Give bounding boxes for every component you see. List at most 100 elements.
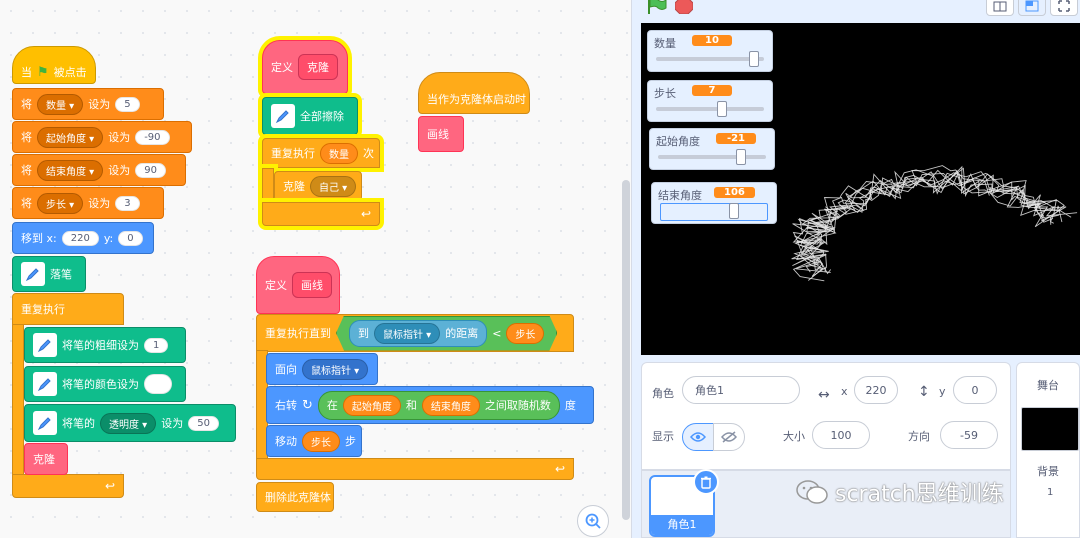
watermark-text: scratch思维训练 <box>835 482 1004 507</box>
clone-target-dropdown[interactable]: 自己 ▾ <box>310 175 357 197</box>
stage-target-panel[interactable]: 舞台 背景 1 <box>1016 362 1080 538</box>
slider-monitor[interactable]: 起始角度 -21 <box>649 128 775 170</box>
move-step-reporter[interactable]: 步长 <box>302 430 340 452</box>
green-flag-button[interactable] <box>645 0 667 14</box>
slider-monitor[interactable]: 结束角度 106 <box>651 182 777 224</box>
pen-param-dropdown[interactable]: 透明度 ▾ <box>100 412 157 434</box>
variable-dropdown[interactable]: 起始角度 ▾ <box>37 126 104 148</box>
variable-dropdown[interactable]: 步长 ▾ <box>37 192 84 214</box>
value-input[interactable]: 5 <box>115 96 140 112</box>
pen-down-block[interactable]: 落笔 <box>12 256 86 292</box>
repeat-until-block[interactable]: 重复执行直到 到 鼠标指针 ▾ 的距离 < 步长 <box>256 314 574 352</box>
sprite-name-value: 角色1 <box>695 384 724 397</box>
script-area[interactable]: 当 ⚑ 被点击 将 数量 ▾ 设为 5 将 起始角度 ▾ 设为 -90 将 结束… <box>0 0 632 538</box>
random-b-reporter[interactable]: 结束角度 <box>421 394 480 416</box>
slider-monitor[interactable]: 步长 7 <box>647 80 773 122</box>
sprite-name-input[interactable]: 角色1 <box>682 376 800 404</box>
clear-all-block[interactable]: 全部擦除 <box>262 97 358 135</box>
slider-track[interactable] <box>656 107 764 111</box>
set-variable-block[interactable]: 将 数量 ▾ 设为 5 <box>12 88 164 120</box>
x-input[interactable]: 220 <box>854 376 898 404</box>
pen-size-input[interactable]: 1 <box>144 337 169 353</box>
delete-clone-block[interactable]: 删除此克隆体 <box>256 482 334 512</box>
define-name-slot: 画线 <box>292 272 332 298</box>
slider-track[interactable] <box>656 57 764 61</box>
slider-thumb[interactable] <box>736 149 747 165</box>
normal-stage-button[interactable] <box>1018 0 1046 16</box>
zoom-in-button[interactable] <box>577 505 609 537</box>
call-draw-line-block[interactable]: 画线 <box>418 116 464 152</box>
when-start-as-clone-block[interactable]: 当作为克隆体启动时 <box>418 72 530 114</box>
repeat-block[interactable]: 重复执行 数量 次 <box>262 138 380 168</box>
value-input[interactable]: 90 <box>135 162 166 178</box>
fullscreen-button[interactable] <box>1050 0 1078 16</box>
backdrop-label: 背景 <box>1037 465 1059 478</box>
wechat-icon <box>796 480 828 504</box>
forever-arm <box>12 324 24 476</box>
set-variable-block[interactable]: 将 结束角度 ▾ 设为 90 <box>12 154 186 186</box>
color-swatch[interactable] <box>144 374 172 394</box>
less-than-operator[interactable]: 到 鼠标指针 ▾ 的距离 < 步长 <box>336 316 557 351</box>
distance-to-reporter[interactable]: 到 鼠标指针 ▾ 的距离 <box>349 320 487 347</box>
backdrop-thumbnail[interactable] <box>1021 407 1079 451</box>
repeat-count-reporter[interactable]: 数量 <box>320 142 358 164</box>
slider-track[interactable] <box>660 203 768 221</box>
variable-dropdown[interactable]: 结束角度 ▾ <box>37 159 104 181</box>
set-pen-size-block[interactable]: 将笔的粗细设为 1 <box>24 327 186 363</box>
pen-param-input[interactable]: 50 <box>188 415 219 431</box>
random-operator[interactable]: 在 起始角度 和 结束角度 之间取随机数 <box>317 390 560 420</box>
pen-icon <box>21 262 45 286</box>
clone-hat-text: 当作为克隆体启动时 <box>427 93 526 106</box>
stage[interactable]: 数量 10 步长 7 起始角度 -21 结束角度 106 <box>641 23 1080 355</box>
set-word: 将 <box>21 164 32 177</box>
show-hidden-button[interactable] <box>713 423 745 451</box>
create-clone-text: 克隆 <box>283 180 305 193</box>
set-pen-param-block[interactable]: 将笔的 透明度 ▾ 设为 50 <box>24 404 236 442</box>
x-input[interactable]: 220 <box>61 230 99 246</box>
hat-clicked-text: 被点击 <box>53 66 87 79</box>
show-visible-button[interactable] <box>682 423 714 451</box>
when-flag-clicked-block[interactable]: 当 ⚑ 被点击 <box>12 46 96 84</box>
value-input[interactable]: 3 <box>115 195 140 211</box>
forever-block[interactable]: 重复执行 <box>12 293 124 325</box>
show-label: 显示 <box>652 430 674 443</box>
size-input[interactable]: 100 <box>812 421 870 449</box>
y-input[interactable]: 0 <box>118 230 143 246</box>
variable-dropdown[interactable]: 数量 ▾ <box>37 93 84 115</box>
slider-thumb[interactable] <box>728 203 739 219</box>
slider-monitor[interactable]: 数量 10 <box>647 30 773 72</box>
set-variable-block[interactable]: 将 起始角度 ▾ 设为 -90 <box>12 121 192 153</box>
go-to-xy-block[interactable]: 移到 x: 220 y: 0 <box>12 222 154 254</box>
set-variable-block[interactable]: 将 步长 ▾ 设为 3 <box>12 187 164 219</box>
script-scrollbar[interactable] <box>622 180 630 520</box>
value-input[interactable]: -90 <box>135 129 170 145</box>
move-steps-block[interactable]: 移动 步长 步 <box>266 425 362 457</box>
slider-thumb[interactable] <box>716 101 727 117</box>
delete-sprite-button[interactable] <box>693 469 719 495</box>
slider-track[interactable] <box>658 155 766 159</box>
point-toward-text: 面向 <box>275 363 297 376</box>
set-pen-color-block[interactable]: 将笔的颜色设为 <box>24 366 186 402</box>
direction-input[interactable]: -59 <box>940 421 998 449</box>
x-value: 220 <box>865 383 887 397</box>
repeat-arm <box>262 168 274 204</box>
forever-bottom: ↩ <box>12 474 124 498</box>
call-clone-block[interactable]: 克隆 <box>24 443 68 475</box>
slider-thumb[interactable] <box>749 51 760 67</box>
random-suffix-text: 之间取随机数 <box>484 399 551 412</box>
pen-icon <box>33 372 57 396</box>
y-input[interactable]: 0 <box>953 376 997 404</box>
stop-button[interactable] <box>675 0 693 14</box>
forever-text: 重复执行 <box>21 303 65 316</box>
point-towards-block[interactable]: 面向 鼠标指针 ▾ <box>266 353 378 385</box>
distance-target-dropdown[interactable]: 鼠标指针 ▾ <box>374 323 440 344</box>
small-stage-button[interactable] <box>986 0 1014 16</box>
random-a-reporter[interactable]: 起始角度 <box>342 394 401 416</box>
turn-right-block[interactable]: 右转 ↻ 在 起始角度 和 结束角度 之间取随机数 度 <box>266 386 594 424</box>
point-target-dropdown[interactable]: 鼠标指针 ▾ <box>302 358 369 380</box>
define-clone-block[interactable]: 定义 克隆 <box>262 40 348 94</box>
step-reporter[interactable]: 步长 <box>506 323 544 344</box>
create-clone-block[interactable]: 克隆 自己 ▾ <box>274 171 362 201</box>
call-clone-text: 克隆 <box>33 453 55 466</box>
define-draw-line-block[interactable]: 定义 画线 <box>256 256 340 314</box>
